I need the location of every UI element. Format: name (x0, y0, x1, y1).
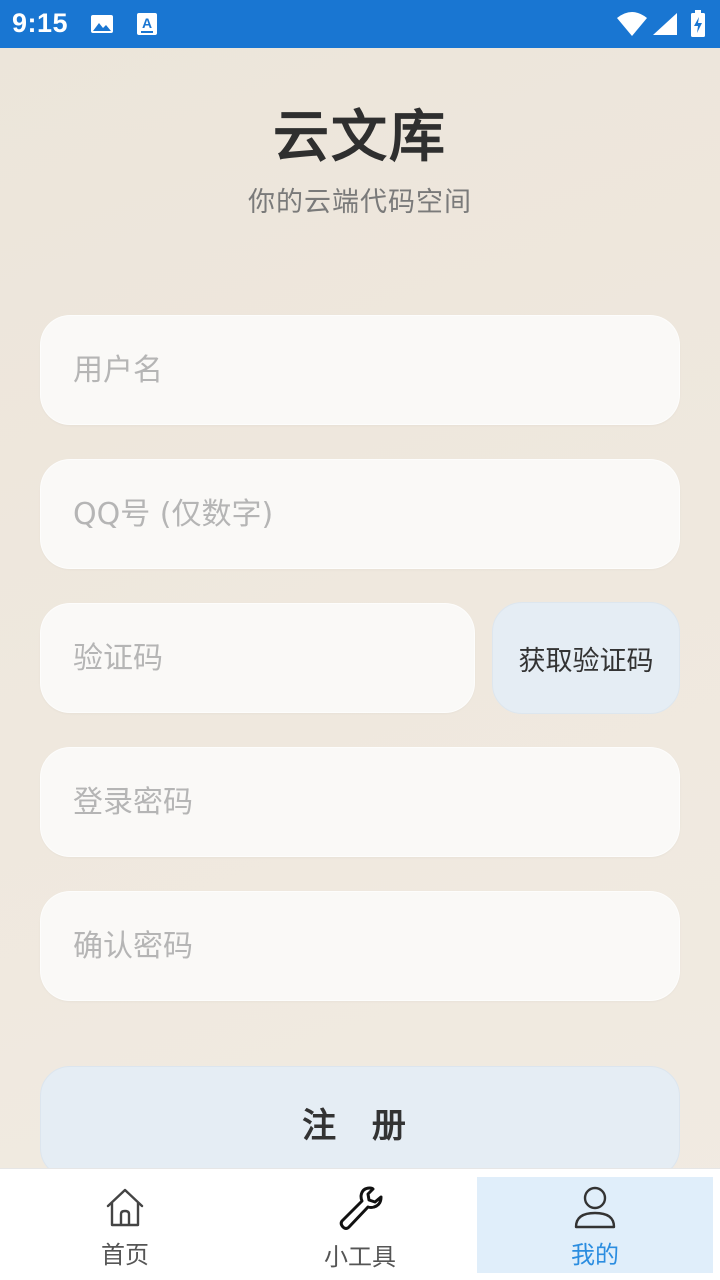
text-a-icon: A (136, 12, 158, 40)
nav-item-mine[interactable]: 我的 (477, 1177, 713, 1273)
qq-field-container (40, 459, 680, 569)
wifi-icon (616, 10, 648, 42)
image-icon (90, 12, 114, 40)
verification-code-input[interactable] (41, 604, 474, 712)
nav-label-tools: 小工具 (324, 1243, 396, 1271)
wrench-icon (336, 1177, 384, 1235)
register-button[interactable]: 注 册 (40, 1066, 680, 1178)
password-input[interactable] (41, 748, 679, 856)
nav-label-mine: 我的 (571, 1241, 619, 1269)
status-bar: 9:15 A (0, 0, 720, 48)
confirm-password-field-container (40, 891, 680, 1001)
user-icon (573, 1177, 617, 1233)
app-title: 云文库 (273, 105, 447, 170)
qq-input[interactable] (41, 460, 679, 568)
username-field-container (40, 315, 680, 425)
get-code-button[interactable]: 获取验证码 (492, 602, 680, 714)
password-field-container (40, 747, 680, 857)
code-field-container (40, 603, 475, 713)
nav-item-home[interactable]: 首页 (7, 1177, 243, 1273)
svg-text:A: A (142, 15, 152, 31)
username-input[interactable] (41, 316, 679, 424)
bottom-nav: 首页 小工具 我的 (0, 1168, 720, 1280)
home-icon (103, 1177, 147, 1233)
app-subtitle: 你的云端代码空间 (248, 187, 472, 218)
battery-charging-icon (690, 10, 706, 42)
signal-icon (652, 12, 678, 40)
nav-label-home: 首页 (101, 1241, 149, 1269)
confirm-password-input[interactable] (41, 892, 679, 1000)
nav-item-tools[interactable]: 小工具 (242, 1177, 478, 1273)
status-time: 9:15 (12, 8, 69, 38)
